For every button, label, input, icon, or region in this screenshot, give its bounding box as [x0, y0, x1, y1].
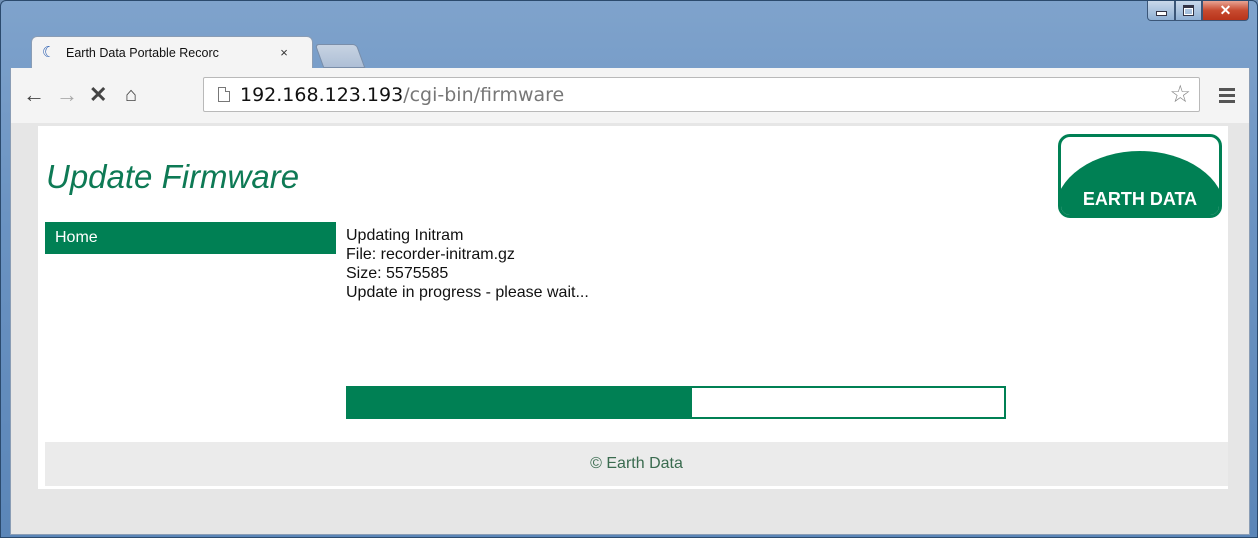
minimize-button[interactable] [1147, 1, 1175, 21]
bookmark-star-icon[interactable]: ☆ [1169, 82, 1191, 108]
page-viewport: Update Firmware EARTH DATA Home Updating… [10, 123, 1250, 509]
close-icon: ✕ [1219, 2, 1232, 18]
page-title: Update Firmware [46, 158, 300, 195]
browser-tab[interactable]: ☾ Earth Data Portable Recorc × [31, 36, 313, 68]
progress-bar [346, 386, 1006, 419]
footer: © Earth Data [45, 442, 1228, 486]
maximize-icon [1183, 5, 1194, 16]
status-line-file: File: recorder-initram.gz [346, 246, 515, 263]
window-controls: ✕ [1147, 1, 1249, 23]
address-bar[interactable]: 192.168.123.193/cgi-bin/firmware ☆ [203, 77, 1200, 112]
url-path: /cgi-bin/firmware [403, 83, 565, 106]
sidebar-nav: Home [45, 222, 336, 254]
back-icon[interactable]: ← [23, 84, 45, 106]
home-icon[interactable]: ⌂ [125, 84, 137, 106]
window-bottom-frame [10, 509, 1250, 535]
menu-icon[interactable] [1219, 88, 1235, 106]
page-content: Update Firmware EARTH DATA Home Updating… [38, 126, 1228, 489]
tab-close-icon[interactable]: × [276, 45, 292, 60]
browser-toolbar: ← → ✕ ⌂ 192.168.123.193/cgi-bin/firmware… [10, 68, 1250, 123]
earth-data-logo: EARTH DATA [1058, 134, 1222, 218]
status-line-size: Size: 5575585 [346, 265, 449, 282]
tab-title: Earth Data Portable Recorc [66, 45, 219, 60]
url-text: 192.168.123.193/cgi-bin/firmware [240, 84, 564, 106]
loading-icon: ☾ [42, 43, 56, 61]
page-icon [218, 87, 230, 102]
stop-icon[interactable]: ✕ [89, 84, 107, 106]
nav-home-link[interactable]: Home [45, 222, 336, 247]
update-status: Updating Initram File: recorder-initram.… [346, 226, 589, 302]
forward-icon[interactable]: → [56, 84, 78, 106]
browser-window: ✕ ☾ Earth Data Portable Recorc × ← → ✕ ⌂… [0, 0, 1258, 538]
status-line-updating: Updating Initram [346, 227, 464, 244]
logo-text: EARTH DATA [1082, 189, 1198, 209]
close-window-button[interactable]: ✕ [1202, 1, 1249, 21]
minimize-icon [1155, 11, 1167, 16]
progress-bar-fill [348, 388, 693, 417]
maximize-button[interactable] [1175, 1, 1202, 21]
status-line-progress: Update in progress - please wait... [346, 284, 589, 301]
new-tab-button[interactable] [314, 44, 366, 68]
url-host: 192.168.123.193 [240, 83, 404, 106]
